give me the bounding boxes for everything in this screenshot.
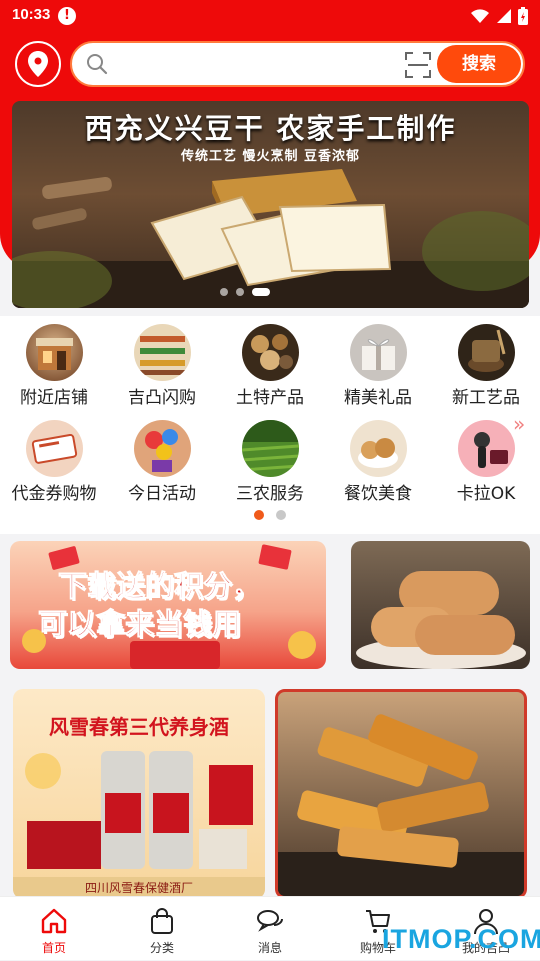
banner-title: 西充义兴豆干 农家手工制作: [84, 112, 457, 145]
promo-carousel[interactable]: 西充义兴豆干 农家手工制作 传统工艺 慢火烹制 豆香浓郁: [12, 101, 529, 308]
search-button[interactable]: 搜索: [437, 45, 521, 83]
carousel-dot[interactable]: [220, 288, 228, 296]
category-label: 吉凸闪购: [128, 388, 196, 408]
category-label: 土特产品: [236, 388, 304, 408]
product-card-wine[interactable]: 风雪春第三代养身酒 四川风雪春保健酒厂: [13, 689, 265, 899]
category-flash-sale[interactable]: 吉凸闪购: [108, 316, 216, 408]
gift-icon: [350, 324, 407, 381]
wine-bottles-photo: [25, 751, 253, 869]
double-chevron-right-icon[interactable]: »: [513, 412, 525, 436]
watermark: ITMOP.COM: [382, 924, 540, 954]
tab-label: 消息: [257, 941, 282, 955]
product-card-snack[interactable]: [275, 689, 527, 899]
banner-subtitle: 传统工艺 慢火烹制 豆香浓郁: [180, 149, 361, 164]
scan-icon[interactable]: [405, 52, 431, 78]
tofu-roll-photo: [356, 571, 526, 669]
category-page-indicator: [254, 510, 286, 520]
category-label: 附近店铺: [20, 388, 88, 408]
fried-snack-photo: [278, 714, 524, 896]
status-time: 10:33: [12, 6, 51, 23]
carousel-dot[interactable]: [236, 288, 244, 296]
chat-icon: [257, 910, 283, 932]
tab-label: 首页: [41, 941, 66, 955]
food-icon: [350, 420, 407, 477]
page-dot-active[interactable]: [254, 510, 264, 520]
wifi-icon: [471, 9, 489, 23]
bag-icon: [151, 908, 173, 934]
location-button[interactable]: [15, 41, 61, 87]
craft-icon: [458, 324, 515, 381]
alert-icon: !: [58, 7, 76, 25]
promo-line1: 下载送的积分，: [57, 569, 262, 604]
search-bar: 搜索: [70, 41, 525, 87]
promo-line2: 可以拿来当钱用: [37, 607, 242, 642]
farm-field-icon: [242, 420, 299, 477]
category-label: 今日活动: [128, 484, 196, 504]
status-bar: 10:33 !: [0, 0, 540, 32]
carousel-dot-active[interactable]: [252, 288, 270, 296]
carousel-indicator: [220, 288, 270, 296]
category-food-dining[interactable]: 餐饮美食: [324, 412, 432, 504]
category-label: 新工艺品: [452, 388, 520, 408]
category-nearby-shops[interactable]: 附近店铺: [0, 316, 108, 408]
tab-messages[interactable]: 消息: [216, 897, 324, 961]
search-icon: [87, 54, 108, 75]
points-promo-banner[interactable]: 下载送的积分， 可以拿来当钱用: [10, 541, 326, 669]
battery-icon: [518, 7, 528, 25]
category-agri-services[interactable]: 三农服务: [216, 412, 324, 504]
category-label: 代金券购物: [11, 484, 97, 504]
category-gifts[interactable]: 精美礼品: [324, 316, 432, 408]
local-produce-icon: [242, 324, 299, 381]
category-voucher-shopping[interactable]: 代金券购物: [0, 412, 108, 504]
category-label: 三农服务: [236, 484, 304, 504]
tab-category[interactable]: 分类: [108, 897, 216, 961]
shop-icon: [26, 324, 83, 381]
tab-home[interactable]: 首页: [0, 897, 108, 961]
category-crafts[interactable]: 新工艺品: [432, 316, 540, 408]
category-label: 餐饮美食: [344, 484, 412, 504]
tofu-roll-promo[interactable]: [351, 541, 530, 669]
microphone-icon: [458, 420, 515, 477]
category-local-specialties[interactable]: 土特产品: [216, 316, 324, 408]
category-label: 精美礼品: [344, 388, 412, 408]
home-icon: [41, 908, 67, 934]
page-dot[interactable]: [276, 510, 286, 520]
supermarket-icon: [134, 324, 191, 381]
signal-icon: [497, 9, 511, 23]
tab-label: 分类: [149, 941, 174, 955]
location-pin-icon: [28, 51, 48, 77]
product-card-title: 风雪春第三代养身酒: [49, 715, 229, 739]
voucher-icon: [26, 420, 83, 477]
category-label: 卡拉OK: [456, 484, 516, 504]
search-input[interactable]: [118, 51, 418, 77]
balloons-icon: [134, 420, 191, 477]
category-today-events[interactable]: 今日活动: [108, 412, 216, 504]
